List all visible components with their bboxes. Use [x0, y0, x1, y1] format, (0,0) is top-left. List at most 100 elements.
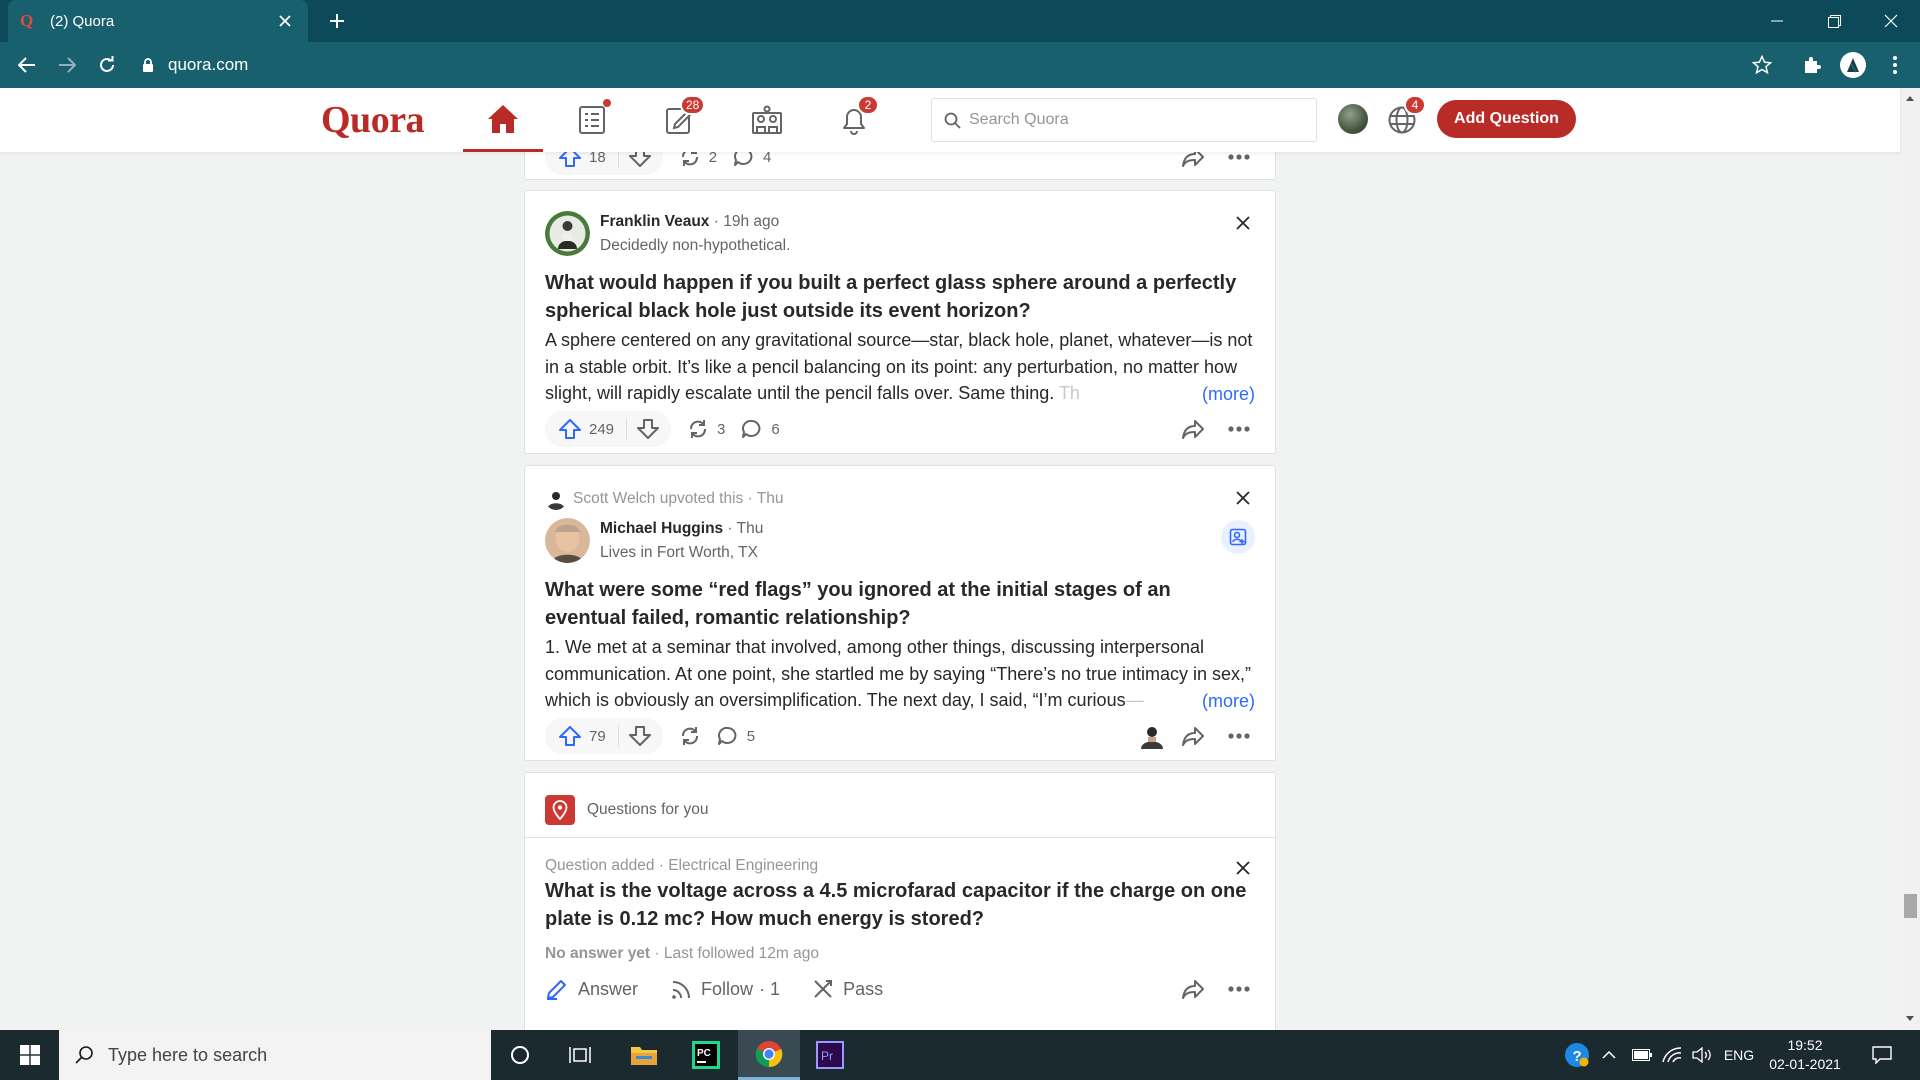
- reshare-icon: [681, 727, 698, 745]
- pycharm-icon[interactable]: PC: [680, 1030, 732, 1080]
- question-title[interactable]: What would happen if you built a perfect…: [545, 269, 1255, 325]
- chevron-up-icon[interactable]: [1598, 1030, 1620, 1080]
- nav-notifications[interactable]: 2: [814, 88, 894, 152]
- comment-count: 6: [771, 420, 780, 438]
- volume-icon[interactable]: [1688, 1030, 1716, 1080]
- action-center-icon[interactable]: [1862, 1030, 1902, 1080]
- help-tray-icon[interactable]: ?: [1560, 1030, 1594, 1080]
- forward-icon[interactable]: [52, 51, 82, 79]
- taskbar-search-input[interactable]: [108, 1044, 468, 1066]
- browser-menu-icon[interactable]: [1880, 51, 1910, 79]
- upvoted-by-text[interactable]: Scott Welch upvoted this · Thu: [573, 490, 784, 508]
- reload-icon[interactable]: [92, 51, 122, 79]
- address-bar[interactable]: quora.com: [142, 48, 1765, 82]
- answer-preview[interactable]: A sphere centered on any gravitational s…: [545, 327, 1255, 407]
- more-options-icon[interactable]: [1221, 971, 1257, 1007]
- author-credential: Lives in Fort Worth, TX: [600, 544, 758, 561]
- nav-home[interactable]: [463, 88, 543, 152]
- author-credential: Decidedly non-hypothetical.: [600, 237, 791, 254]
- pass-icon: [814, 980, 833, 998]
- share-arrow-icon[interactable]: [1175, 411, 1211, 447]
- file-explorer-icon[interactable]: [618, 1030, 670, 1080]
- questions-for-you-title: Questions for you: [587, 801, 709, 818]
- comment-button[interactable]: 6: [741, 419, 780, 439]
- quora-favicon-icon: Q: [20, 11, 34, 30]
- rss-follow-icon: [672, 981, 691, 999]
- more-link[interactable]: (more): [1198, 380, 1255, 407]
- pass-button[interactable]: Pass: [812, 978, 883, 1000]
- chrome-icon[interactable]: [738, 1030, 800, 1080]
- pass-label: Pass: [843, 978, 884, 999]
- cortana-icon[interactable]: [495, 1030, 545, 1080]
- nav-answer[interactable]: 28: [640, 88, 720, 152]
- bookmark-star-icon[interactable]: [1747, 51, 1777, 79]
- action-bar: 249 3 6: [545, 411, 1257, 447]
- author-name[interactable]: Michael Huggins: [600, 520, 723, 537]
- notification-dot: [602, 98, 612, 108]
- upvote-icon[interactable]: [559, 726, 581, 746]
- more-options-icon[interactable]: [1221, 718, 1257, 754]
- quora-search[interactable]: [931, 98, 1317, 142]
- share-button[interactable]: [679, 726, 701, 746]
- share-button[interactable]: 3: [687, 419, 725, 439]
- browser-tab[interactable]: Q (2) Quora: [8, 0, 308, 42]
- comment-button[interactable]: 5: [717, 726, 755, 746]
- system-clock[interactable]: 19:52 02-01-2021: [1760, 1036, 1850, 1074]
- answer-button[interactable]: Answer: [545, 977, 638, 1001]
- share-arrow-icon[interactable]: [1175, 971, 1211, 1007]
- more-link[interactable]: (more): [1198, 687, 1255, 714]
- minimize-icon[interactable]: [1748, 0, 1806, 42]
- spaces-icon: [752, 105, 782, 134]
- dismiss-close-icon[interactable]: [1231, 486, 1255, 510]
- quora-logo[interactable]: Quora: [321, 98, 425, 142]
- extensions-icon[interactable]: [1797, 51, 1827, 79]
- reshare-icon: [690, 420, 707, 438]
- follow-author-button[interactable]: [1221, 520, 1255, 554]
- scroll-up-arrow-icon[interactable]: [1900, 88, 1920, 108]
- taskbar-search[interactable]: [59, 1030, 491, 1080]
- follow-button[interactable]: Follow · 1: [670, 978, 780, 1000]
- profile-avatar[interactable]: [1838, 51, 1868, 79]
- downvote-icon[interactable]: [637, 419, 660, 439]
- question-actions: Answer Follow · 1 Pass: [545, 971, 1257, 1007]
- author-name[interactable]: Franklin Veaux: [600, 213, 709, 230]
- url-text: quora.com: [168, 55, 249, 74]
- downvote-icon[interactable]: [628, 726, 651, 746]
- answer-preview[interactable]: 1. We met at a seminar that involved, am…: [545, 634, 1255, 714]
- author-avatar[interactable]: [545, 518, 590, 563]
- answer-badge: 28: [680, 95, 706, 115]
- post-time[interactable]: 19h ago: [723, 213, 779, 230]
- author-avatar[interactable]: [545, 211, 590, 256]
- back-icon[interactable]: [12, 51, 42, 79]
- restore-icon[interactable]: [1805, 0, 1863, 42]
- share-arrow-icon[interactable]: [1175, 718, 1211, 754]
- close-tab-icon[interactable]: [274, 10, 296, 32]
- no-answer-label: No answer yet: [545, 945, 651, 962]
- wifi-icon[interactable]: [1658, 1030, 1686, 1080]
- search-icon: [75, 1046, 93, 1064]
- add-question-button[interactable]: Add Question: [1437, 100, 1576, 138]
- task-view-icon[interactable]: [555, 1030, 605, 1080]
- upvoter-avatar[interactable]: [545, 488, 567, 510]
- premiere-pro-icon[interactable]: Pr: [804, 1030, 856, 1080]
- answer-text-fade: Th: [1058, 383, 1080, 403]
- search-input[interactable]: [969, 111, 1289, 129]
- question-title[interactable]: What is the voltage across a 4.5 microfa…: [545, 877, 1255, 933]
- language-indicator[interactable]: ENG: [1720, 1030, 1758, 1080]
- nav-following[interactable]: [552, 88, 632, 152]
- language-menu[interactable]: 4: [1362, 88, 1442, 152]
- dismiss-close-icon[interactable]: [1231, 211, 1255, 235]
- post-time[interactable]: Thu: [737, 520, 764, 537]
- page-scrollbar[interactable]: [1900, 88, 1920, 1028]
- scroll-down-arrow-icon[interactable]: [1900, 1008, 1920, 1028]
- new-tab-icon[interactable]: [324, 8, 350, 34]
- scrollbar-thumb[interactable]: [1904, 894, 1917, 918]
- nav-spaces[interactable]: [727, 88, 807, 152]
- question-title[interactable]: What were some “red flags” you ignored a…: [545, 576, 1255, 632]
- upvote-icon[interactable]: [559, 419, 581, 439]
- battery-icon[interactable]: [1628, 1030, 1656, 1080]
- start-button[interactable]: [0, 1030, 59, 1080]
- close-window-icon[interactable]: [1862, 0, 1920, 42]
- upvoter-avatar-small[interactable]: [1139, 723, 1165, 749]
- more-options-icon[interactable]: [1221, 411, 1257, 447]
